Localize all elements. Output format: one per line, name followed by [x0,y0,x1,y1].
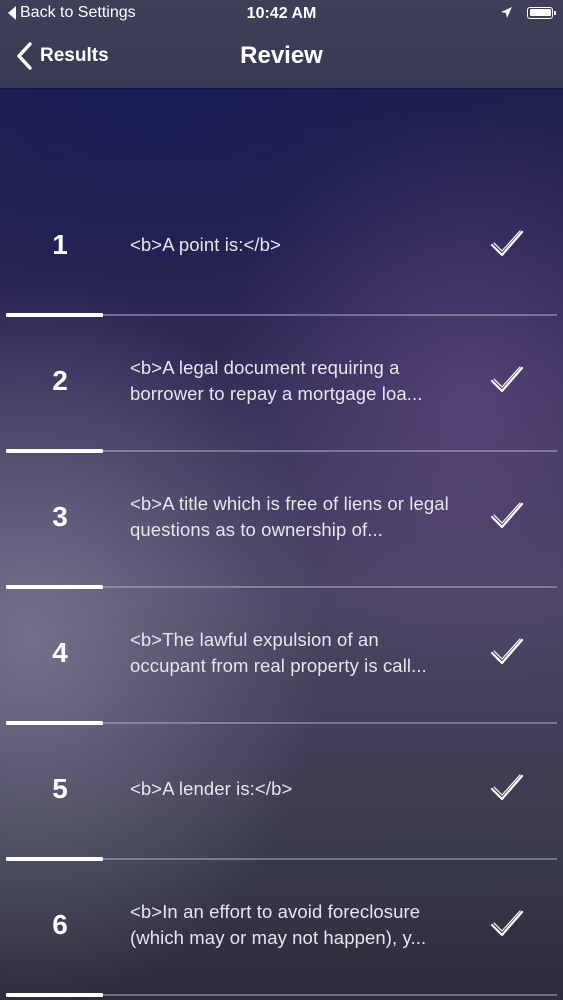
question-number: 6 [52,909,68,940]
checkmark-icon [490,774,524,801]
question-text: <b>In an effort to avoid foreclosure (wh… [130,901,427,948]
question-number: 5 [52,773,68,804]
review-row[interactable]: 6 <b>In an effort to avoid foreclosure (… [0,860,563,997]
question-text: <b>A title which is free of liens or leg… [130,493,449,540]
location-arrow-icon [501,7,512,18]
question-number: 2 [52,365,68,396]
review-row[interactable]: 1 <b>A point is:</b> [0,180,563,317]
checkmark-icon [490,502,524,529]
checkmark-icon [490,638,524,665]
question-text: <b>A legal document requiring a borrower… [130,357,423,404]
battery-icon [527,6,556,19]
review-screen: Back to Settings 10:42 AM Results Review… [0,0,563,1000]
question-text: <b>A point is:</b> [130,234,281,255]
checkmark-icon [490,366,524,393]
question-text: <b>A lender is:</b> [130,778,293,799]
question-text: <b>The lawful expulsion of an occupant f… [130,629,427,676]
checkmark-icon [490,230,524,257]
status-bar: Back to Settings 10:42 AM [0,0,563,28]
question-number: 1 [52,229,68,260]
checkmark-icon [490,910,524,937]
navigation-bar: Results Review [0,28,563,88]
status-time: 10:42 AM [246,5,317,22]
question-number: 4 [52,637,68,668]
review-row[interactable]: 5 <b>A lender is:</b> [0,724,563,861]
row-divider-accent [6,993,103,997]
review-row[interactable]: 3 <b>A title which is free of liens or l… [0,452,563,589]
review-list: 1 <b>A point is:</b> 2 <b>A legal docume… [0,180,563,997]
review-row[interactable]: 4 <b>The lawful expulsion of an occupant… [0,588,563,725]
review-row[interactable]: 2 <b>A legal document requiring a borrow… [0,316,563,453]
question-number: 3 [52,501,68,532]
status-indicators [500,6,556,19]
page-title: Review [240,42,323,69]
top-bar: Back to Settings 10:42 AM Results Review [0,0,563,88]
